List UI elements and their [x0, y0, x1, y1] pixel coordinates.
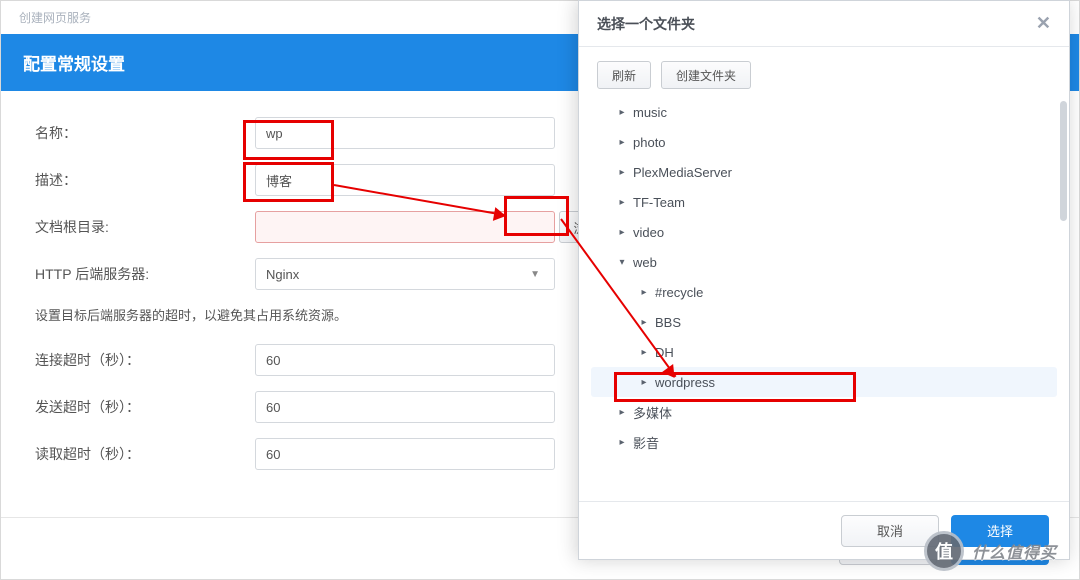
chevron-right-icon[interactable]: ▸: [617, 437, 627, 448]
tree-item-label: music: [633, 105, 667, 120]
watermark-text: 什么值得买: [972, 539, 1057, 563]
tree-item[interactable]: ▸ music: [591, 97, 1057, 127]
read-timeout-label: 读取超时（秒）：: [35, 444, 255, 464]
send-timeout-input[interactable]: [255, 391, 555, 423]
tree-item-label: #recycle: [655, 285, 703, 300]
tree-item[interactable]: ▸ BBS: [591, 307, 1057, 337]
scrollbar-thumb[interactable]: [1060, 101, 1067, 221]
tree-item-label: 影音: [633, 433, 659, 452]
chevron-right-icon[interactable]: ▸: [639, 287, 649, 298]
folder-dialog: 选择一个文件夹 ✕ 刷新 创建文件夹 ▸ music ▸ photo ▸ PlexMedi…: [578, 0, 1070, 560]
tree-item-label: web: [633, 255, 657, 270]
tree-item-label: wordpress: [655, 375, 715, 390]
tree-item-label: photo: [633, 135, 666, 150]
tree-item-label: TF-Team: [633, 195, 685, 210]
chevron-right-icon[interactable]: ▸: [617, 137, 627, 148]
tree-item[interactable]: ▸ photo: [591, 127, 1057, 157]
dialog-title: 选择一个文件夹: [597, 14, 695, 34]
send-timeout-label: 发送超时（秒）：: [35, 397, 255, 417]
dialog-toolbar: 刷新 创建文件夹: [579, 47, 1069, 95]
chevron-right-icon[interactable]: ▸: [617, 107, 627, 118]
docroot-input[interactable]: [255, 211, 555, 243]
tree-item[interactable]: ▸ 影音: [591, 427, 1057, 457]
name-input[interactable]: [255, 117, 555, 149]
backend-select[interactable]: Nginx ▼: [255, 258, 555, 290]
close-icon[interactable]: ✕: [1036, 13, 1051, 34]
refresh-button[interactable]: 刷新: [597, 61, 651, 89]
name-label: 名称：: [35, 123, 255, 143]
tree-item-label: PlexMediaServer: [633, 165, 732, 180]
tree-item[interactable]: ▸ #recycle: [591, 277, 1057, 307]
tree-item[interactable]: ▾ web: [591, 247, 1057, 277]
tree-item-label: DH: [655, 345, 674, 360]
tree-item[interactable]: ▸ DH: [591, 337, 1057, 367]
conn-timeout-input[interactable]: [255, 344, 555, 376]
watermark: 值 什么值得买: [924, 528, 1074, 574]
conn-timeout-label: 连接超时（秒）：: [35, 350, 255, 370]
tree-item[interactable]: ▸ TF-Team: [591, 187, 1057, 217]
chevron-right-icon[interactable]: ▸: [639, 347, 649, 358]
chevron-right-icon[interactable]: ▸: [617, 227, 627, 238]
desc-input[interactable]: [255, 164, 555, 196]
tree-item-label: BBS: [655, 315, 681, 330]
tree-item[interactable]: ▸ PlexMediaServer: [591, 157, 1057, 187]
watermark-icon: 值: [924, 531, 964, 571]
docroot-label: 文档根目录:: [35, 217, 255, 237]
chevron-right-icon[interactable]: ▸: [639, 377, 649, 388]
tree-item[interactable]: ▸ 多媒体: [591, 397, 1057, 427]
chevron-down-icon[interactable]: ▾: [617, 257, 627, 268]
backend-label: HTTP 后端服务器:: [35, 264, 255, 284]
folder-tree[interactable]: ▸ music ▸ photo ▸ PlexMediaServer ▸ TF-Team ▸ vid…: [579, 95, 1069, 491]
chevron-right-icon[interactable]: ▸: [617, 167, 627, 178]
backend-value: Nginx: [266, 267, 299, 282]
tree-item-label: video: [633, 225, 664, 240]
new-folder-button[interactable]: 创建文件夹: [661, 61, 751, 89]
chevron-down-icon: ▼: [530, 269, 544, 280]
desc-label: 描述：: [35, 170, 255, 190]
tree-item[interactable]: ▸ video: [591, 217, 1057, 247]
chevron-right-icon[interactable]: ▸: [639, 317, 649, 328]
read-timeout-input[interactable]: [255, 438, 555, 470]
chevron-right-icon[interactable]: ▸: [617, 407, 627, 418]
chevron-right-icon[interactable]: ▸: [617, 197, 627, 208]
tree-item[interactable]: ▸ wordpress: [591, 367, 1057, 397]
tree-item-label: 多媒体: [633, 403, 672, 422]
